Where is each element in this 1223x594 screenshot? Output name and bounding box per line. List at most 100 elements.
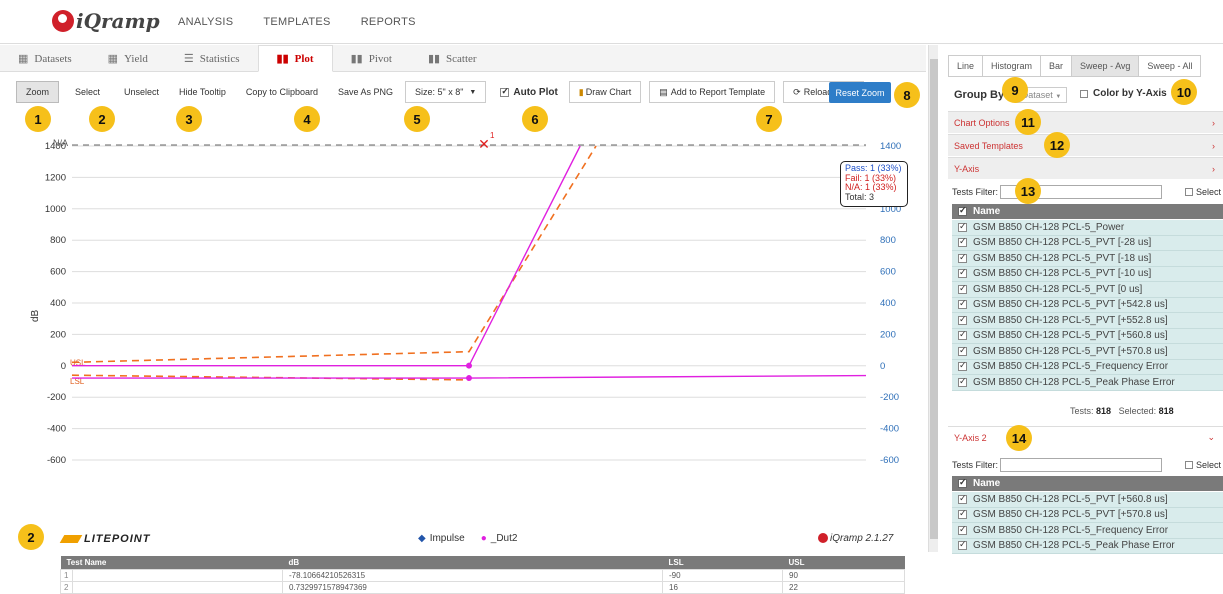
- test-name: GSM B850 CH-128 PCL-5_PVT [+560.8 us]: [973, 493, 1168, 505]
- list-item[interactable]: GSM B850 CH-128 PCL-5_PVT [0 us]: [952, 282, 1223, 298]
- section-label: Saved Templates: [954, 140, 1023, 151]
- vertical-scrollbar[interactable]: [928, 45, 938, 552]
- list-item[interactable]: GSM B850 CH-128 PCL-5_PVT [+560.8 us]: [952, 328, 1223, 344]
- list-item[interactable]: GSM B850 CH-128 PCL-5_Power: [952, 220, 1223, 236]
- col-test-name[interactable]: Test Name: [60, 556, 283, 570]
- checkbox-checked-icon[interactable]: [958, 539, 967, 551]
- list-item[interactable]: GSM B850 CH-128 PCL-5_PVT [-18 us]: [952, 251, 1223, 267]
- test-name: GSM B850 CH-128 PCL-5_PVT [-18 us]: [973, 252, 1152, 264]
- table-header-row: Test Name dB LSL USL: [60, 556, 905, 570]
- tab-histogram[interactable]: Histogram: [982, 55, 1042, 77]
- annotation-badge: 2: [18, 524, 44, 550]
- caret-down-icon: ▼: [1055, 94, 1062, 100]
- legend-item-impulse[interactable]: ◆ Impulse: [418, 533, 465, 544]
- table-row[interactable]: 1 -78.10664210526315 -90 90: [60, 569, 905, 582]
- checkbox-checked-icon[interactable]: [958, 329, 967, 341]
- litepoint-text: LITEPOINT: [84, 533, 151, 545]
- cell-usl: 22: [782, 581, 905, 594]
- checkbox-checked-icon[interactable]: [958, 221, 967, 232]
- test-name: GSM B850 CH-128 PCL-5_PVT [-10 us]: [973, 268, 1152, 280]
- list-item[interactable]: GSM B850 CH-128 PCL-5_PVT [+570.8 us]: [952, 507, 1223, 523]
- select-all-2-checkbox[interactable]: Select: [1185, 460, 1221, 470]
- checkbox-icon: [1185, 461, 1193, 469]
- series-line: [72, 145, 581, 367]
- nav-templates[interactable]: TEMPLATES: [263, 16, 330, 28]
- version-text: iQramp 2.1.27: [830, 533, 894, 544]
- annotation-badge: 1: [25, 106, 51, 132]
- list-item[interactable]: GSM B850 CH-128 PCL-5_PVT [+560.8 us]: [952, 492, 1223, 508]
- tests-filter-label: Tests Filter:: [952, 187, 999, 197]
- checkbox-checked-icon[interactable]: [958, 524, 967, 535]
- checkbox-checked-icon[interactable]: [958, 252, 967, 263]
- checkbox-checked-icon[interactable]: [958, 493, 967, 504]
- checkbox-checked-icon[interactable]: [958, 236, 967, 248]
- checkbox-checked-icon[interactable]: [958, 376, 967, 387]
- tests-filter: Tests Filter:: [952, 185, 1163, 199]
- usl-limit-line: [71, 145, 597, 364]
- checkbox-checked-icon[interactable]: [958, 267, 967, 279]
- y-tick-label: 800: [50, 235, 66, 246]
- chevron-right-icon: ›: [1212, 117, 1215, 128]
- list-item[interactable]: GSM B850 CH-128 PCL-5_PVT [+552.8 us]: [952, 313, 1223, 329]
- saved-templates-section[interactable]: Saved Templates ›: [948, 134, 1223, 156]
- list-item[interactable]: GSM B850 CH-128 PCL-5_Frequency Error: [952, 359, 1223, 375]
- checkbox-checked-icon[interactable]: [958, 314, 967, 325]
- test-name: GSM B850 CH-128 PCL-5_PVT [-28 us]: [973, 237, 1152, 249]
- tab-line[interactable]: Line: [948, 55, 984, 77]
- na-marker: ✕: [478, 137, 490, 153]
- tab-sweep-all[interactable]: Sweep - All: [1138, 55, 1202, 77]
- list-item[interactable]: GSM B850 CH-128 PCL-5_PVT [-28 us]: [952, 235, 1223, 251]
- y-tick-label: 1000: [45, 204, 66, 215]
- tab-sweep-avg[interactable]: Sweep - Avg: [1071, 55, 1140, 77]
- y2-tick-label: 800: [880, 235, 896, 246]
- y-axis-section[interactable]: Y-Axis ›: [948, 157, 1223, 179]
- test-name: GSM B850 CH-128 PCL-5_PVT [+552.8 us]: [973, 314, 1168, 326]
- col-lsl[interactable]: LSL: [662, 556, 783, 570]
- checkbox-checked-icon[interactable]: [958, 298, 967, 310]
- data-point: [466, 362, 472, 369]
- checkbox-checked-icon[interactable]: [958, 283, 967, 294]
- tests-filter-label: Tests Filter:: [952, 460, 999, 470]
- litepoint-mark-icon: [59, 535, 83, 544]
- annotation-badge: 9: [1002, 77, 1028, 103]
- sweep-chart[interactable]: -600 -600 -400 -400 -200 -200 0 0 200 200 400 400 60…: [0, 45, 926, 552]
- y-tick-label: 400: [50, 298, 66, 309]
- chart-options-section[interactable]: Chart Options ›: [948, 111, 1223, 133]
- main-nav: ANALYSIS TEMPLATES REPORTS: [178, 0, 416, 44]
- tests-count-line: Tests: 818 Selected: 818: [1070, 406, 1174, 416]
- checkbox-checked-icon[interactable]: [958, 508, 967, 520]
- checkbox-checked-icon[interactable]: [958, 360, 967, 372]
- annotation-badge: 10: [1171, 79, 1197, 105]
- checkbox-checked-icon[interactable]: [958, 205, 967, 216]
- nav-reports[interactable]: REPORTS: [361, 16, 416, 28]
- y-axis-list-header: Name: [952, 204, 1223, 219]
- tests-filter-2: Tests Filter:: [952, 458, 1163, 472]
- list-item[interactable]: GSM B850 CH-128 PCL-5_PVT [+542.8 us]: [952, 297, 1223, 313]
- legend-item-dut2[interactable]: ● _Dut2: [481, 533, 518, 544]
- y2-tick-label: -200: [880, 392, 899, 403]
- scrollbar-thumb[interactable]: [930, 59, 938, 539]
- tests-filter-2-input[interactable]: [1000, 458, 1163, 472]
- col-db[interactable]: dB: [282, 556, 663, 570]
- tab-bar[interactable]: Bar: [1040, 55, 1073, 77]
- nav-analysis[interactable]: ANALYSIS: [178, 16, 233, 28]
- list-item[interactable]: GSM B850 CH-128 PCL-5_PVT [-10 us]: [952, 266, 1223, 282]
- list-item[interactable]: GSM B850 CH-128 PCL-5_Peak Phase Error: [952, 375, 1223, 391]
- tests-label: Tests:: [1070, 406, 1094, 416]
- checkbox-checked-icon[interactable]: [958, 345, 967, 356]
- list-item[interactable]: GSM B850 CH-128 PCL-5_Frequency Error: [952, 523, 1223, 539]
- cell-test-name: [72, 581, 283, 594]
- plot-pane: ▦ Datasets ▦ Yield ☰ Statistics ▮▮ Plot ▮▮ Pi…: [0, 45, 926, 594]
- section-label: Chart Options: [954, 117, 1010, 128]
- col-usl[interactable]: USL: [782, 556, 905, 570]
- annotation-badge: 3: [176, 106, 202, 132]
- y-axis-2-section[interactable]: Y-Axis 2 ⌄: [948, 426, 1223, 448]
- checkbox-checked-icon[interactable]: [958, 477, 967, 488]
- chart-type-tabs: Line Histogram Bar Sweep - Avg Sweep - A…: [948, 55, 1202, 77]
- select-all-checkbox[interactable]: Select: [1185, 187, 1221, 197]
- app-logo[interactable]: iQramp: [52, 9, 160, 33]
- diamond-icon: ◆: [418, 533, 426, 544]
- table-row[interactable]: 2 0.7329971578947369 16 22: [60, 581, 905, 594]
- color-by-y-axis-checkbox[interactable]: Color by Y-Axis: [1080, 88, 1167, 99]
- list-item[interactable]: GSM B850 CH-128 PCL-5_PVT [+570.8 us]: [952, 344, 1223, 360]
